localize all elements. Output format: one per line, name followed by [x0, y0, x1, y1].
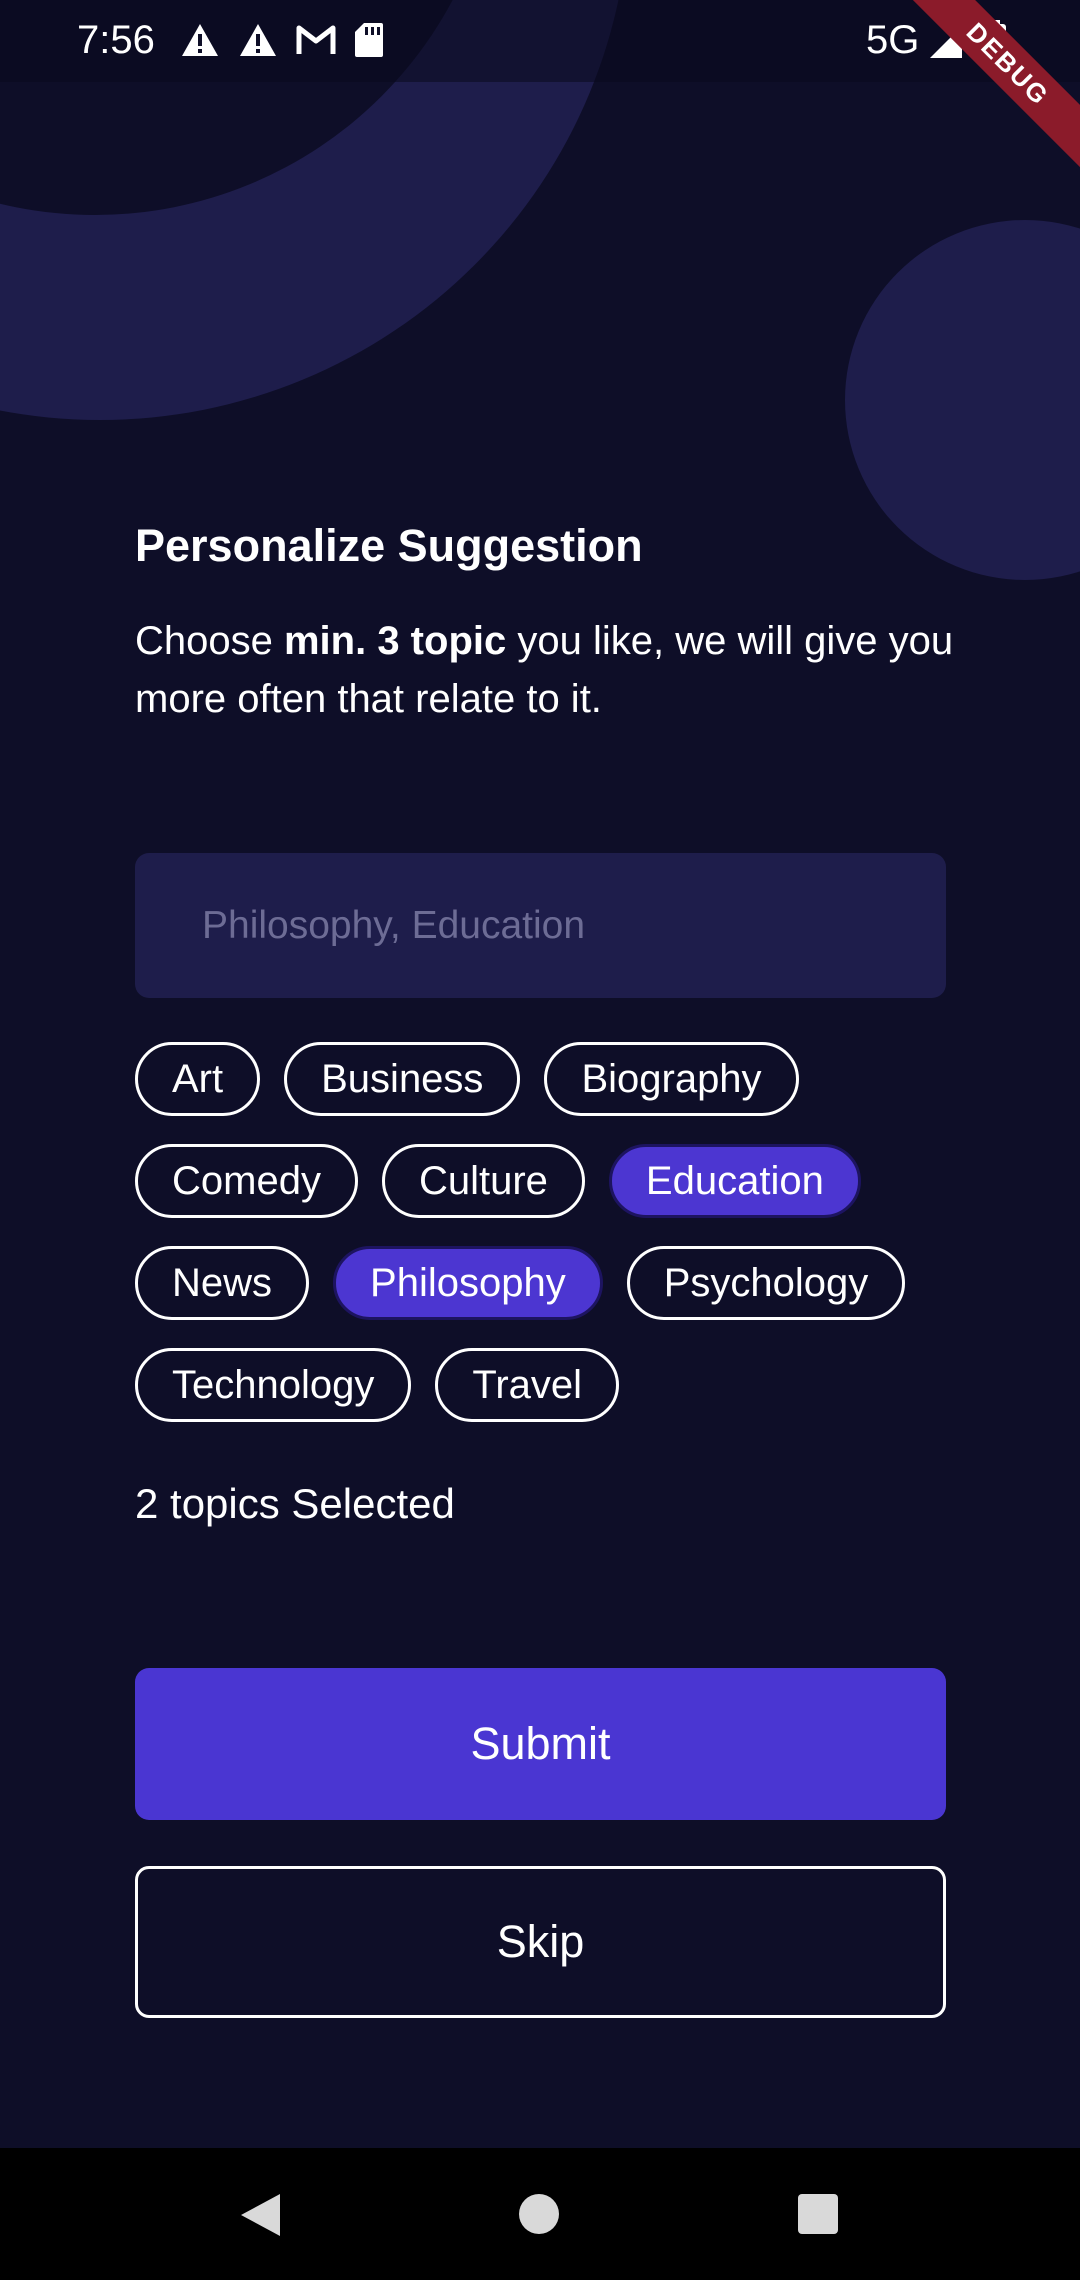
topic-chip-philosophy[interactable]: Philosophy: [333, 1246, 603, 1320]
skip-button[interactable]: Skip: [135, 1866, 946, 2018]
decorative-circle: [845, 220, 1080, 580]
app-screen: 7:56 5G DEBUG Personalize Suggestion Cho…: [0, 0, 1080, 2280]
topic-chip-business[interactable]: Business: [284, 1042, 521, 1116]
gmail-icon: [296, 25, 336, 54]
page-subtitle: Choose min. 3 topic you like, we will gi…: [135, 612, 965, 728]
topic-search-input[interactable]: [200, 902, 904, 949]
status-time: 7:56: [77, 18, 155, 62]
home-icon[interactable]: [519, 2194, 559, 2234]
topic-chip-list: Art Business Biography Comedy Culture Ed…: [135, 1042, 965, 1422]
topic-chip-technology[interactable]: Technology: [135, 1348, 412, 1422]
topic-chip-psychology[interactable]: Psychology: [626, 1246, 906, 1320]
topic-chip-education[interactable]: Education: [608, 1144, 861, 1218]
topic-chip-comedy[interactable]: Comedy: [135, 1144, 358, 1218]
topic-chip-biography[interactable]: Biography: [544, 1042, 799, 1116]
notification-icons: [180, 22, 384, 58]
submit-button[interactable]: Submit: [135, 1668, 946, 1820]
topic-chip-culture[interactable]: Culture: [381, 1144, 585, 1218]
page-title: Personalize Suggestion: [135, 520, 643, 571]
warning-icon: [240, 24, 276, 56]
network-type: 5G: [866, 18, 920, 62]
topic-search-field[interactable]: [135, 853, 946, 998]
topic-chip-art[interactable]: Art: [135, 1042, 261, 1116]
recent-apps-icon[interactable]: [798, 2194, 838, 2234]
back-icon[interactable]: [238, 2192, 282, 2238]
subtitle-prefix: Choose: [135, 619, 284, 663]
topic-chip-travel[interactable]: Travel: [435, 1348, 620, 1422]
status-bar: 7:56 5G DEBUG: [0, 0, 1080, 172]
navigation-bar: [0, 2148, 1080, 2280]
selected-count-text: 2 topics Selected: [135, 1480, 455, 1527]
sd-card-icon: [355, 23, 383, 57]
subtitle-emphasis: min. 3 topic: [283, 619, 507, 663]
warning-icon: [182, 24, 218, 56]
topic-chip-news[interactable]: News: [135, 1246, 310, 1320]
